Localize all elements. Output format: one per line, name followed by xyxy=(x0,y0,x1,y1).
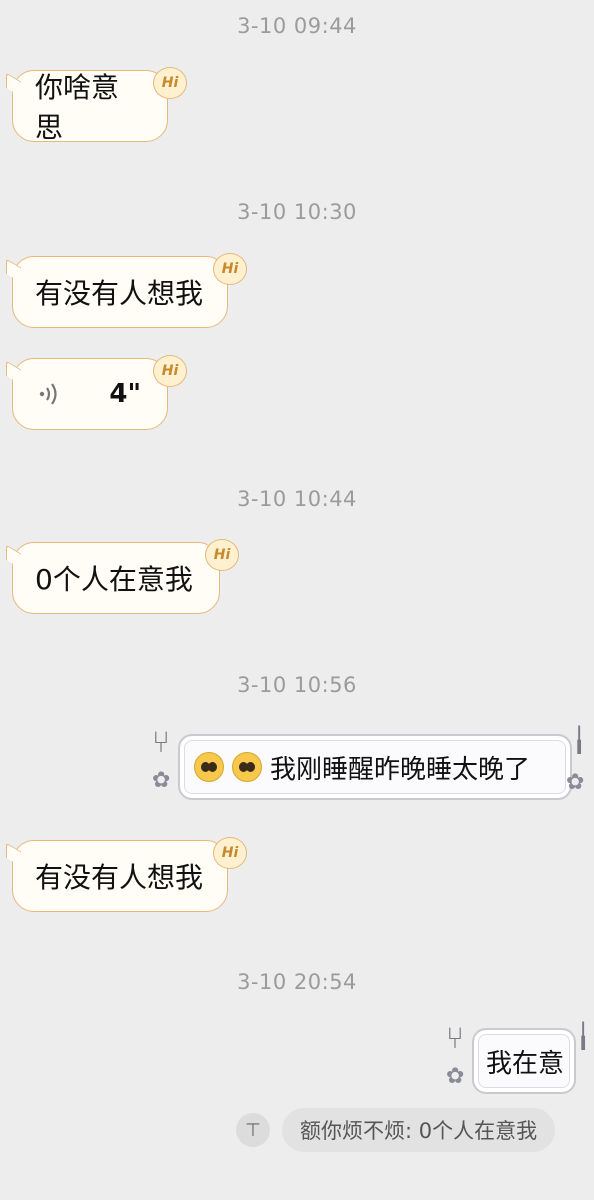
knife-icon: ╽ xyxy=(576,1022,591,1050)
quote-arrow-icon: ⊤ xyxy=(236,1113,270,1147)
hi-badge-icon: Hi xyxy=(153,355,187,387)
voice-wave-icon xyxy=(39,383,57,405)
message-bubble-outgoing[interactable]: 我刚睡醒昨晚睡太晚了 xyxy=(178,734,572,800)
message-text: 我在意 xyxy=(486,1048,565,1079)
hi-badge-icon: Hi xyxy=(205,539,239,571)
pleading-face-icon xyxy=(232,752,262,782)
voice-duration: 4" xyxy=(109,379,141,409)
hi-badge-label: Hi xyxy=(213,547,231,563)
message-text: 你啥意思 xyxy=(35,71,120,144)
bubble-tail xyxy=(6,360,21,385)
quoted-text: 额你烦不烦: 0个人在意我 xyxy=(300,1119,538,1143)
message-bubble-outgoing[interactable]: 我在意 xyxy=(472,1028,576,1094)
hi-badge-label: Hi xyxy=(221,845,239,861)
message-text: 有没有人想我 xyxy=(35,277,204,310)
timestamp: 3-10 09:44 xyxy=(237,14,357,38)
message-text: 0个人在意我 xyxy=(35,563,193,596)
pleading-face-icon xyxy=(194,752,224,782)
ribbon-bow-icon: ✿ xyxy=(446,1064,465,1089)
fork-icon: ⑂ xyxy=(446,1021,464,1056)
message-bubble-incoming[interactable]: 有没有人想我 Hi xyxy=(6,837,247,912)
timestamp: 3-10 20:54 xyxy=(237,970,357,994)
bubble-tail xyxy=(6,258,21,283)
message-text: 有没有人想我 xyxy=(35,861,204,894)
bubble-tail xyxy=(6,842,21,867)
quoted-message[interactable]: 额你烦不烦: 0个人在意我 xyxy=(282,1108,556,1152)
ribbon-bow-icon: ✿ xyxy=(152,768,171,793)
hi-badge-icon: Hi xyxy=(153,67,187,99)
hi-badge-icon: Hi xyxy=(213,837,247,869)
voice-message-bubble[interactable]: 4" Hi xyxy=(6,355,187,430)
message-text: 我刚睡醒昨晚睡太晚了 xyxy=(270,754,531,785)
hi-badge-label: Hi xyxy=(221,261,239,277)
ribbon-bow-icon: ✿ xyxy=(566,770,585,795)
message-bubble-incoming[interactable]: 有没有人想我 Hi xyxy=(6,253,247,328)
timestamp: 3-10 10:30 xyxy=(237,200,357,224)
quoted-reply[interactable]: ⊤ 额你烦不烦: 0个人在意我 xyxy=(236,1108,556,1152)
bubble-tail xyxy=(6,72,21,97)
hi-badge-label: Hi xyxy=(161,363,179,379)
message-bubble-incoming[interactable]: 你啥意思 Hi xyxy=(6,67,187,144)
knife-icon: ╽ xyxy=(572,726,587,754)
hi-badge-icon: Hi xyxy=(213,253,247,285)
hi-badge-label: Hi xyxy=(161,75,179,91)
fork-icon: ⑂ xyxy=(152,725,170,760)
bubble-tail xyxy=(6,544,21,569)
message-bubble-incoming[interactable]: 0个人在意我 Hi xyxy=(6,539,239,614)
timestamp: 3-10 10:56 xyxy=(237,673,357,697)
timestamp: 3-10 10:44 xyxy=(237,487,357,511)
